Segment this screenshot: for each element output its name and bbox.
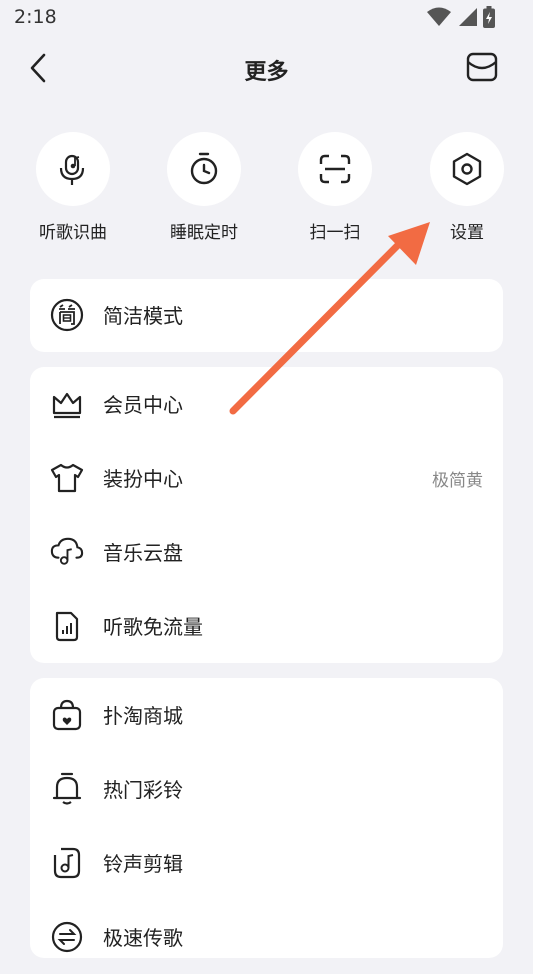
row-label: 铃声剪辑: [103, 852, 183, 876]
row-label: 简洁模式: [103, 304, 183, 328]
hexagon-settings-icon: [452, 152, 482, 186]
row-label: 装扮中心: [103, 467, 183, 491]
row-label: 会员中心: [103, 393, 183, 417]
quick-action-sleep-timer[interactable]: 睡眠定时: [149, 132, 259, 243]
ringtone-edit-icon: [53, 847, 81, 879]
message-box-icon: [466, 52, 498, 82]
wifi-icon: [427, 7, 451, 31]
quick-action-settings[interactable]: 设置: [412, 132, 522, 243]
microphone-note-icon: [59, 154, 85, 185]
row-label: 热门彩铃: [103, 778, 183, 802]
row-label: 听歌免流量: [103, 615, 203, 639]
quick-action-scan[interactable]: 扫一扫: [280, 132, 390, 243]
row-mall[interactable]: 扑淘商城: [30, 678, 503, 752]
row-simple-mode[interactable]: 简洁模式: [30, 279, 503, 353]
shopping-bag-icon: [52, 699, 82, 731]
row-ringback-tones[interactable]: 热门彩铃: [30, 752, 503, 826]
scan-icon: [319, 154, 351, 184]
row-member-center[interactable]: 会员中心: [30, 367, 503, 441]
row-value: 极简黄: [432, 471, 483, 491]
services-card: 会员中心 装扮中心 极简黄 音乐云盘 听歌免流量: [30, 367, 503, 663]
data-chart-icon: [55, 611, 79, 642]
tshirt-icon: [50, 463, 84, 493]
row-label: 扑淘商城: [103, 704, 183, 728]
row-label: 音乐云盘: [103, 541, 183, 565]
quick-action-label: 听歌识曲: [39, 223, 107, 243]
crown-icon: [52, 392, 82, 419]
simple-mode-icon: [50, 298, 84, 332]
signal-icon: [457, 7, 477, 31]
row-free-data[interactable]: 听歌免流量: [30, 589, 503, 663]
quick-action-label: 睡眠定时: [170, 223, 238, 243]
quick-action-label: 设置: [450, 223, 484, 243]
row-fast-transfer[interactable]: 极速传歌: [30, 900, 503, 974]
status-bar: 2:18: [0, 0, 533, 36]
message-button[interactable]: [465, 50, 499, 84]
simple-mode-card: 简洁模式: [30, 279, 503, 352]
row-cloud-drive[interactable]: 音乐云盘: [30, 515, 503, 589]
row-theme-center[interactable]: 装扮中心 极简黄: [30, 441, 503, 515]
nav-bar: 更多: [0, 36, 533, 100]
battery-icon: [483, 6, 495, 32]
cloud-music-icon: [50, 537, 84, 565]
page-title: 更多: [244, 60, 289, 85]
row-ringtone-edit[interactable]: 铃声剪辑: [30, 826, 503, 900]
quick-action-song-recognition[interactable]: 听歌识曲: [18, 132, 128, 243]
timer-icon: [190, 152, 218, 185]
quick-actions: 听歌识曲 睡眠定时 扫一扫 设置: [0, 132, 533, 244]
bell-icon: [52, 772, 82, 805]
quick-action-label: 扫一扫: [309, 223, 361, 243]
status-time: 2:18: [14, 6, 57, 28]
more-services-card: 扑淘商城 热门彩铃 铃声剪辑 极速传歌: [30, 678, 503, 958]
transfer-icon: [51, 921, 83, 953]
